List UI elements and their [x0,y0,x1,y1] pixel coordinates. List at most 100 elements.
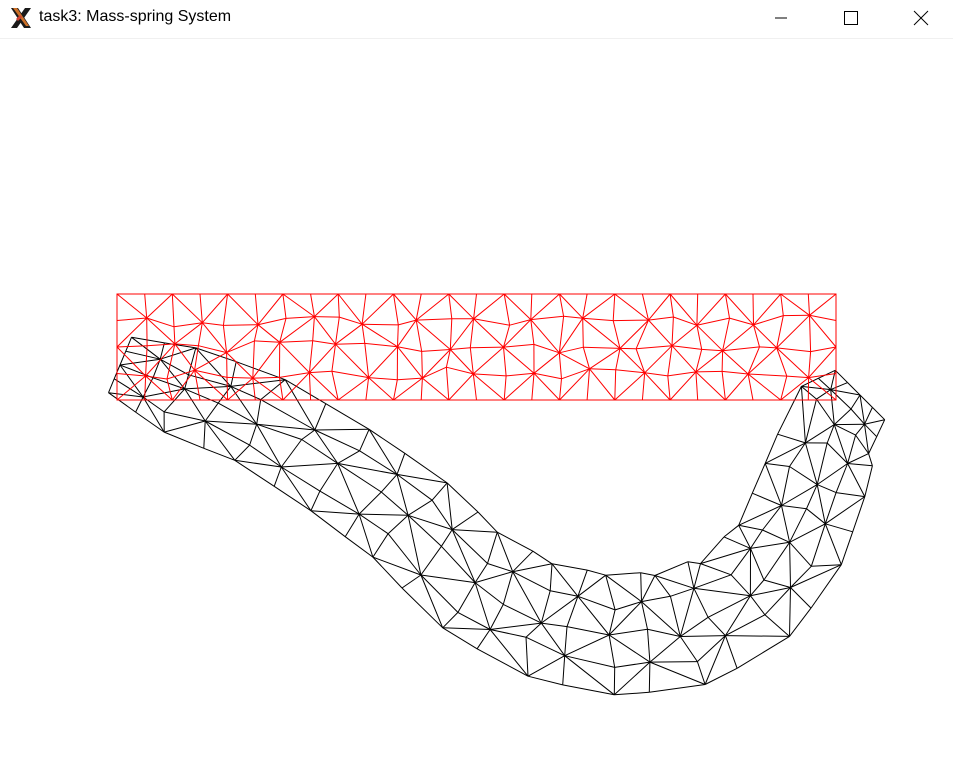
spring-edge [368,429,398,475]
spring-edge [531,373,535,401]
spring-edge [487,563,513,573]
maximize-button[interactable] [828,0,874,36]
spring-edge [449,318,474,350]
spring-edge [397,324,399,347]
simulation-canvas[interactable] [0,39,953,757]
spring-edge [442,627,478,650]
spring-edge [640,572,655,576]
spring-edge [801,377,819,387]
spring-edge [512,563,553,573]
spring-edge [279,377,284,401]
spring-edge [687,561,701,565]
spring-edge [344,513,360,537]
spring-edge [226,340,255,354]
spring-edge [337,293,340,318]
spring-edge [358,513,374,558]
spring-edge [589,368,616,371]
spring-edge [487,532,498,564]
spring-edge [730,548,751,576]
spring-edge [764,434,779,464]
spring-edge [763,579,791,588]
spring-edge [635,319,649,349]
spring-edge [421,349,451,352]
spring-edge [407,515,422,576]
spring-edge [586,368,590,401]
spring-edge [308,340,314,373]
spring-edge [582,317,614,322]
spring-edge [564,634,610,657]
spring-edge [359,429,370,452]
spring-edge [809,293,837,316]
spring-edge [497,531,534,552]
spring-edge [830,382,848,391]
spring-edge [368,346,398,378]
spring-edge [864,419,885,425]
spring-edge [723,524,740,538]
spring-edge [361,293,394,325]
spring-edge [747,346,760,375]
spring-edge [847,453,869,464]
close-button[interactable] [898,0,944,36]
spring-edge [750,541,790,549]
spring-edge [503,346,535,374]
spring-edge [319,490,360,515]
spring-edge [415,319,451,350]
spring-edge [396,453,406,475]
spring-edge [361,293,367,325]
spring-edge [201,293,228,324]
spring-edge [540,590,551,624]
spring-edge [496,532,514,572]
spring-edge [472,373,477,401]
spring-edge [583,346,621,349]
spring-edge [776,347,811,353]
spring-edge [490,622,542,630]
title-bar[interactable]: task3: Mass-spring System [0,0,953,39]
spring-edge [448,373,474,401]
spring-edge [301,429,316,440]
spring-edge [166,369,195,380]
spring-edge [648,316,674,321]
spring-edge [396,473,433,501]
spring-edge [116,317,147,321]
spring-edge [368,428,406,454]
spring-edge [722,350,749,375]
spring-edge [721,371,726,401]
spring-edge [393,377,423,401]
spring-edge [747,373,782,401]
spring-edge [704,635,726,685]
spring-edge [825,523,853,533]
spring-edge [695,371,726,401]
spring-edge [125,337,132,352]
spring-edge [503,375,507,401]
spring-edge [147,343,175,347]
spring-edge [868,436,878,454]
spring-edge [527,675,563,686]
spring-edge [234,444,250,461]
spring-edge [116,317,148,348]
spring-edge [362,323,399,326]
spring-edge [654,575,695,589]
spring-edge [503,343,534,348]
spring-edge [525,636,565,657]
spring-edge [474,582,504,605]
spring-edge [540,622,566,656]
spring-edge [558,352,562,379]
spring-edge [701,348,723,352]
spring-edge [608,634,651,663]
spring-edge [789,541,812,567]
spring-edge [641,372,646,401]
spring-edge [649,636,681,663]
spring-edge [608,634,616,668]
spring-edge [309,370,332,374]
minimize-button[interactable] [758,0,804,36]
spring-edge [723,536,751,549]
spring-edge [166,343,176,380]
spring-edge [811,564,842,567]
spring-edge [589,368,616,401]
spring-edge [201,322,227,353]
spring-edge [696,293,726,326]
spring-edge [361,324,366,344]
spring-edge [442,612,459,629]
spring-edge [204,402,219,422]
spring-edge [164,420,206,433]
